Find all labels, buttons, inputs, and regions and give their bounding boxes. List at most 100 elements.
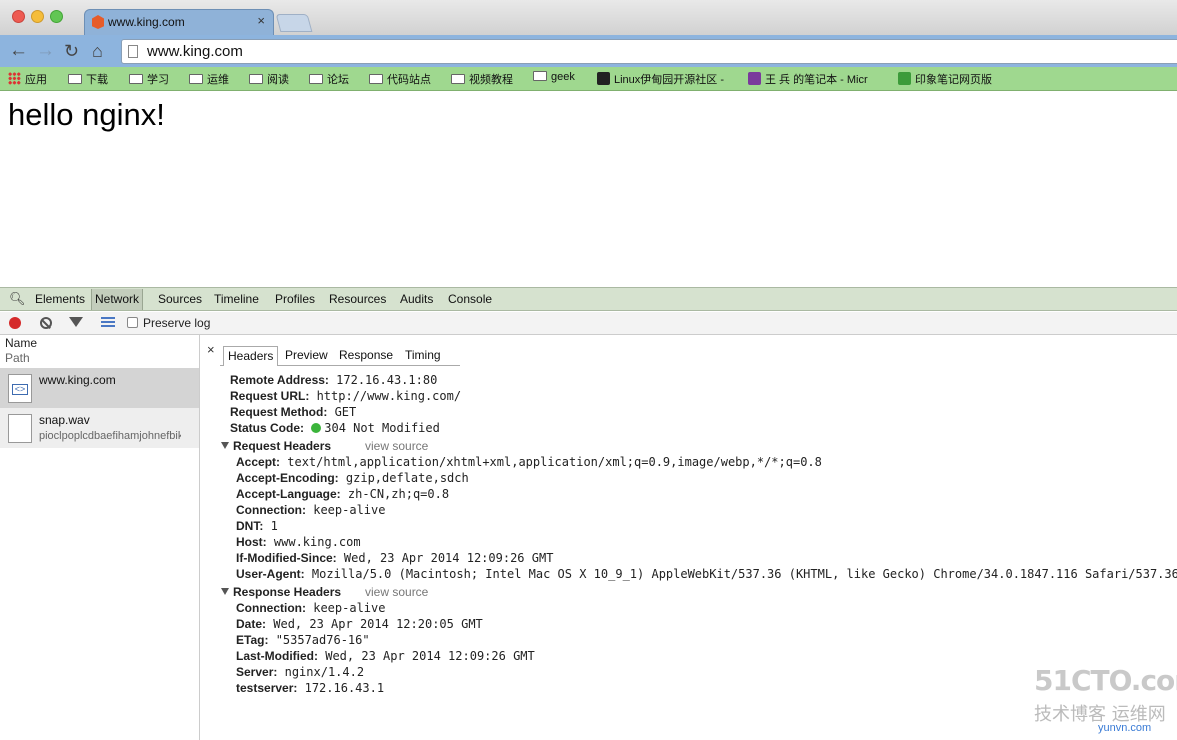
record-icon[interactable] xyxy=(9,317,21,329)
window-titlebar: www.king.com × xyxy=(0,0,1177,38)
tab-close-icon[interactable]: × xyxy=(257,13,265,28)
header-key: Request URL: xyxy=(230,389,310,403)
back-arrow-icon[interactable]: ← xyxy=(9,40,28,62)
bookmark-item[interactable]: 视频教程 xyxy=(451,71,513,87)
tab-timing[interactable]: Timing xyxy=(405,346,441,366)
request-header-line: Accept-Encoding: gzip,deflate,sdch xyxy=(236,471,469,485)
list-view-icon[interactable] xyxy=(101,317,115,328)
page-heading: hello nginx! xyxy=(8,97,165,132)
header-key: Accept: xyxy=(236,455,281,469)
tab-preview[interactable]: Preview xyxy=(285,346,328,366)
header-key: ETag: xyxy=(236,633,269,647)
devtools-tab-sources[interactable]: Sources xyxy=(158,292,202,306)
window-minimize-button[interactable] xyxy=(31,10,44,23)
response-header-line: ETag: "5357ad76-16" xyxy=(236,633,370,647)
filter-icon[interactable] xyxy=(69,317,83,327)
folder-icon xyxy=(309,74,323,84)
bookmark-label: 应用 xyxy=(25,74,47,86)
devtools-tab-profiles[interactable]: Profiles xyxy=(275,292,315,306)
address-bar[interactable]: www.king.com xyxy=(121,39,1177,64)
close-details-icon[interactable]: × xyxy=(207,342,215,357)
forward-arrow-icon[interactable]: → xyxy=(36,40,55,62)
bookmark-item[interactable]: 应用 xyxy=(8,71,47,87)
view-source-link[interactable]: view source xyxy=(365,585,428,599)
bookmark-label: 论坛 xyxy=(327,74,349,86)
devtools-tab-timeline[interactable]: Timeline xyxy=(214,292,259,306)
bookmark-item[interactable]: geek xyxy=(533,71,575,83)
request-header-line: Host: www.king.com xyxy=(236,535,361,549)
header-value: Wed, 23 Apr 2014 12:09:26 GMT xyxy=(325,649,535,663)
apps-grid-icon xyxy=(8,72,21,85)
header-key: Connection: xyxy=(236,503,306,517)
clear-icon[interactable] xyxy=(40,317,52,329)
header-value: keep-alive xyxy=(313,503,386,517)
evernote-icon xyxy=(898,72,911,85)
request-row[interactable]: <> www.king.com xyxy=(0,368,199,408)
response-header-line: Connection: keep-alive xyxy=(236,601,385,615)
header-value: GET xyxy=(334,405,357,419)
url-text[interactable]: www.king.com xyxy=(147,43,243,60)
response-header-line: testserver: 172.16.43.1 xyxy=(236,681,384,695)
response-header-line: Date: Wed, 23 Apr 2014 12:20:05 GMT xyxy=(236,617,483,631)
magento-favicon-icon xyxy=(92,15,104,29)
bookmark-item[interactable]: 运维 xyxy=(189,71,229,87)
header-key: Remote Address: xyxy=(230,373,329,387)
header-key: Last-Modified: xyxy=(236,649,318,663)
tab-response[interactable]: Response xyxy=(339,346,393,366)
view-source-link[interactable]: view source xyxy=(365,439,428,453)
bookmark-label: geek xyxy=(551,71,575,83)
request-header-line: Connection: keep-alive xyxy=(236,503,385,517)
request-name: snap.wav xyxy=(39,413,90,427)
section-title: Response Headers xyxy=(233,585,342,599)
header-value: keep-alive xyxy=(313,601,386,615)
bookmark-label: 代码站点 xyxy=(387,74,431,86)
header-key: Connection: xyxy=(236,601,306,615)
bookmark-item[interactable]: 印象笔记网页版 xyxy=(898,71,992,87)
bookmark-item[interactable]: 阅读 xyxy=(249,71,289,87)
column-header-name[interactable]: Name xyxy=(5,336,37,350)
header-value: nginx/1.4.2 xyxy=(284,665,365,679)
bookmark-item[interactable]: 下载 xyxy=(68,71,108,87)
devtools-tab-network[interactable]: Network xyxy=(91,289,144,310)
request-header-line: Accept: text/html,application/xhtml+xml,… xyxy=(236,455,822,469)
column-header-path: Path xyxy=(5,351,30,365)
bookmark-item[interactable]: 学习 xyxy=(129,71,169,87)
devtools-tab-resources[interactable]: Resources xyxy=(329,292,386,306)
browser-tab-active[interactable]: www.king.com × xyxy=(84,9,274,35)
bookmark-item[interactable]: 代码站点 xyxy=(369,71,431,87)
request-header-line: Accept-Language: zh-CN,zh;q=0.8 xyxy=(236,487,449,501)
request-headers-section[interactable]: Request Headers xyxy=(221,439,331,453)
header-value: http://www.king.com/ xyxy=(316,389,462,403)
header-key: Host: xyxy=(236,535,267,549)
response-header-line: Server: nginx/1.4.2 xyxy=(236,665,364,679)
header-value: 304 Not Modified xyxy=(324,421,440,435)
status-ok-icon xyxy=(311,423,322,433)
header-value: gzip,deflate,sdch xyxy=(345,471,469,485)
home-icon[interactable]: ⌂ xyxy=(92,40,103,62)
tab-headers[interactable]: Headers xyxy=(223,346,279,366)
bookmark-item[interactable]: 论坛 xyxy=(309,71,349,87)
window-close-button[interactable] xyxy=(12,10,25,23)
general-header-line: Status Code: 304 Not Modified xyxy=(230,421,440,435)
response-headers-section[interactable]: Response Headers xyxy=(221,585,341,599)
new-tab-button[interactable] xyxy=(275,14,313,32)
network-toolbar: Preserve log xyxy=(0,312,1177,335)
disclosure-triangle-icon[interactable] xyxy=(221,588,229,595)
disclosure-triangle-icon[interactable] xyxy=(221,442,229,449)
tux-icon xyxy=(597,72,610,85)
search-icon[interactable]: 🔍︎ xyxy=(9,291,26,307)
header-value: Wed, 23 Apr 2014 12:09:26 GMT xyxy=(343,551,554,565)
window-maximize-button[interactable] xyxy=(50,10,63,23)
bookmark-item[interactable]: 王 兵 的笔记本 - Micr xyxy=(748,71,868,87)
preserve-log-label: Preserve log xyxy=(143,316,211,330)
devtools-tab-console[interactable]: Console xyxy=(448,292,492,306)
folder-icon xyxy=(129,74,143,84)
devtools-tab-audits[interactable]: Audits xyxy=(400,292,433,306)
header-value: Wed, 23 Apr 2014 12:20:05 GMT xyxy=(273,617,483,631)
header-value: "5357ad76-16" xyxy=(275,633,370,647)
bookmark-item[interactable]: Linux伊甸园开源社区 - xyxy=(597,71,724,87)
request-row[interactable]: snap.wav pioclpoplcdbaefihamjohnefbikjil… xyxy=(0,408,199,448)
devtools-tab-elements[interactable]: Elements xyxy=(35,292,85,306)
preserve-log-checkbox[interactable] xyxy=(127,317,138,328)
reload-icon[interactable]: ↻ xyxy=(64,40,79,62)
